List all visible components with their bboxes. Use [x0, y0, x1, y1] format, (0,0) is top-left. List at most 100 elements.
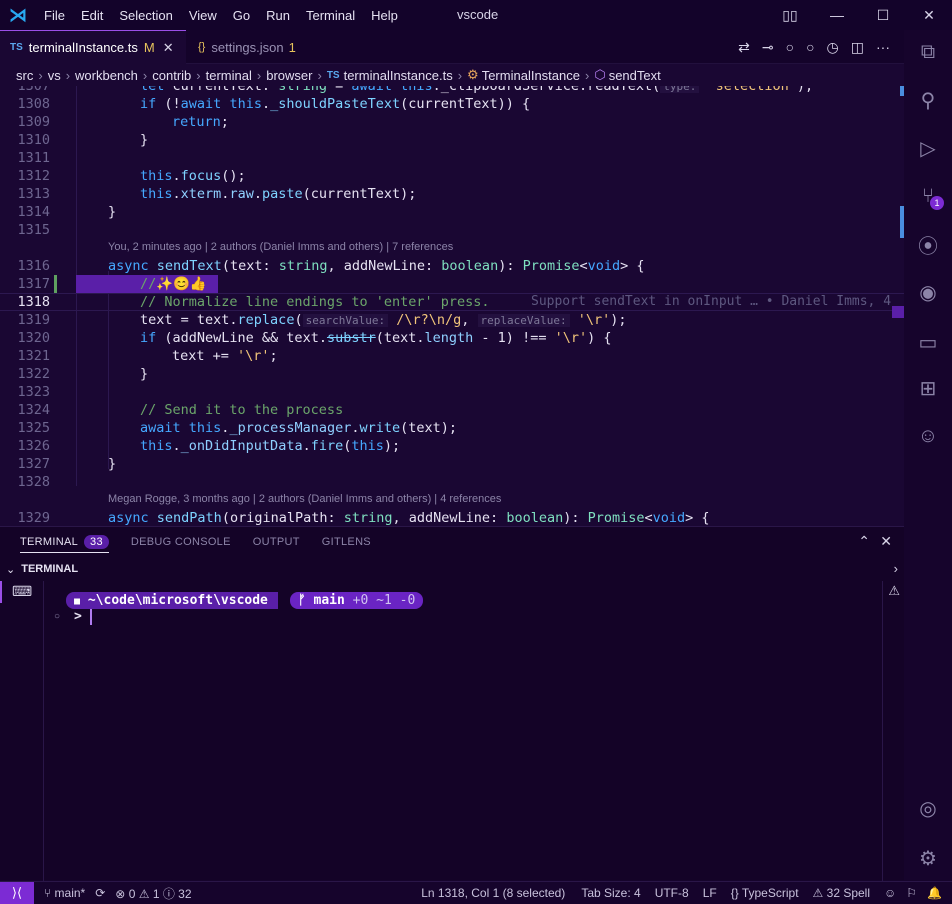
cursor-position[interactable]: Ln 1318, Col 1 (8 selected) [421, 886, 565, 900]
breadcrumb-item[interactable]: terminalInstance.ts [344, 68, 453, 83]
github-icon[interactable]: ◉ [904, 270, 952, 314]
close-tab-icon[interactable]: ✕ [163, 40, 174, 56]
breadcrumb-item[interactable]: sendText [609, 68, 661, 83]
code-line: } [108, 204, 117, 220]
menu-run[interactable]: Run [258, 8, 298, 23]
line-number: 1316 [17, 258, 50, 274]
tab-terminalinstance[interactable]: TS terminalInstance.ts M ✕ [0, 30, 186, 64]
line-number: 1328 [17, 474, 50, 490]
tab-settings-json[interactable]: {} settings.json 1 [188, 30, 312, 64]
previous-change-icon[interactable]: ○ [786, 39, 794, 55]
line-number: 1323 [17, 384, 50, 400]
sync-icon[interactable]: ⟳ [95, 886, 105, 900]
activity-bar: ⧉ ⚲ ▷ ⑂ 1 ⦿ ◉ ▭ ⊞ ☺ ◎ ⚙ [904, 30, 952, 880]
code-line: // Send it to the process [140, 402, 344, 418]
codelens-authors[interactable]: Megan Rogge, 3 months ago | 2 authors (D… [108, 493, 501, 509]
menu-help[interactable]: Help [363, 8, 406, 23]
menu-selection[interactable]: Selection [111, 8, 180, 23]
close-panel-icon[interactable]: ✕ [880, 533, 892, 550]
code-line: } [140, 132, 149, 148]
maximize-panel-icon[interactable]: ⌃ [858, 533, 870, 550]
gitlens-icon[interactable]: ⦿ [904, 222, 952, 266]
timeline-icon[interactable]: ◷ [827, 39, 839, 56]
language-mode[interactable]: {} TypeScript [731, 886, 799, 900]
typescript-file-icon: TS [10, 42, 23, 53]
terminal-cursor[interactable] [90, 609, 92, 625]
git-commit-icon[interactable]: ⊸ [762, 39, 774, 56]
chevron-right-icon[interactable]: › [894, 561, 898, 576]
scrollbar-thumb[interactable] [892, 306, 904, 318]
breadcrumb: src › vs › workbench › contrib › terminal › b… [0, 64, 904, 86]
close-window-icon[interactable]: ✕ [906, 0, 952, 30]
layout-icon[interactable]: ▯▯ [767, 0, 813, 30]
breadcrumb-item[interactable]: contrib [152, 68, 191, 83]
terminal-prompt: ■ ~\code\microsoft\vscode ᚠ main +0 ~1 -… [66, 592, 424, 609]
breadcrumb-item[interactable]: terminal [206, 68, 252, 83]
code-editor[interactable]: 1307 let currentText: string = await this… [0, 86, 904, 526]
menu-view[interactable]: View [181, 8, 225, 23]
tab-debug-console[interactable]: DEBUG CONSOLE [131, 536, 231, 548]
git-blame-annotation: Support sendText in onInput … • Daniel I… [531, 294, 892, 309]
code-line: async sendPath(originalPath: string, add… [108, 510, 710, 526]
class-icon: ⚙ [467, 67, 479, 82]
code-line: if (addNewLine && text.substr(text.lengt… [140, 330, 612, 346]
run-debug-icon[interactable]: ▷ [904, 126, 952, 170]
feedback-icon[interactable]: ⚐ [906, 886, 917, 900]
notifications-icon[interactable]: 🔔 [927, 886, 942, 900]
more-actions-icon[interactable]: ··· [876, 39, 890, 55]
source-control-icon[interactable]: ⑂ 1 [904, 174, 952, 218]
terminal-section-header[interactable]: ⌄ TERMINAL [0, 559, 904, 579]
line-number: 1309 [17, 114, 50, 130]
editor-toolbar: ⇄ ⊸ ○ ○ ◷ ◫ ··· [738, 30, 890, 64]
line-number: 1308 [17, 96, 50, 112]
branch-status[interactable]: ⑂ main* [44, 886, 85, 900]
menu-terminal[interactable]: Terminal [298, 8, 363, 23]
line-number: 1317 [17, 276, 50, 292]
maximize-icon[interactable]: ☐ [860, 0, 906, 30]
codelens-authors[interactable]: You, 2 minutes ago | 2 authors (Daniel I… [108, 241, 453, 257]
split-editor-icon[interactable]: ◫ [851, 39, 864, 56]
prompt-symbol: > [74, 609, 82, 624]
breadcrumb-item[interactable]: workbench [75, 68, 138, 83]
settings-gear-icon[interactable]: ⚙ [904, 836, 952, 880]
bottom-panel: TERMINAL 33 DEBUG CONSOLE OUTPUT GITLENS … [0, 526, 904, 881]
tab-gitlens[interactable]: GITLENS [322, 536, 371, 548]
breadcrumb-item[interactable]: TerminalInstance [482, 68, 580, 83]
menu-go[interactable]: Go [225, 8, 258, 23]
code-line-selected: //✨😊👍 [140, 276, 207, 292]
problems-status[interactable]: ⊗ 0 ⚠ 1 ⓘ 32 [115, 885, 191, 902]
code-line: if (!await this._shouldPasteText(current… [140, 96, 531, 112]
menu-file[interactable]: File [36, 8, 73, 23]
terminal-count-badge: 33 [84, 534, 109, 549]
accounts-icon[interactable]: ◎ [904, 786, 952, 830]
breadcrumb-item[interactable]: browser [266, 68, 312, 83]
warning-icon[interactable]: ⚠ [888, 583, 900, 599]
copilot-icon[interactable]: ☺ [904, 414, 952, 458]
explorer-icon[interactable]: ⧉ [904, 30, 952, 74]
remote-explorer-icon[interactable]: ▭ [904, 320, 952, 364]
end-of-line[interactable]: LF [703, 886, 717, 900]
next-change-icon[interactable]: ○ [806, 39, 814, 55]
code-line: text = text.replace(searchValue: /\r?\n/… [140, 312, 627, 328]
menu-edit[interactable]: Edit [73, 8, 111, 23]
remote-indicator-icon[interactable]: ⟩⟨ [0, 881, 34, 904]
tab-size[interactable]: Tab Size: 4 [581, 886, 640, 900]
line-number: 1314 [17, 204, 50, 220]
line-number: 1319 [17, 312, 50, 328]
tab-output[interactable]: OUTPUT [253, 536, 300, 548]
terminal-section-title: TERMINAL [21, 563, 79, 575]
spell-status[interactable]: ⚠ 32 Spell [813, 886, 870, 900]
source-control-badge: 1 [930, 196, 944, 210]
line-number: 1315 [17, 222, 50, 238]
search-icon[interactable]: ⚲ [904, 78, 952, 122]
minimize-icon[interactable]: — [814, 0, 860, 30]
encoding[interactable]: UTF-8 [655, 886, 689, 900]
breadcrumb-item[interactable]: src [16, 68, 33, 83]
copilot-status-icon[interactable]: ☺ [884, 886, 896, 900]
tab-terminal[interactable]: TERMINAL 33 [20, 534, 109, 553]
open-changes-icon[interactable]: ⇄ [738, 39, 750, 56]
extensions-icon[interactable]: ⊞ [904, 366, 952, 410]
breadcrumb-item[interactable]: vs [48, 68, 61, 83]
terminal-icon[interactable]: ⌨ [12, 583, 32, 600]
code-line: } [108, 456, 117, 472]
